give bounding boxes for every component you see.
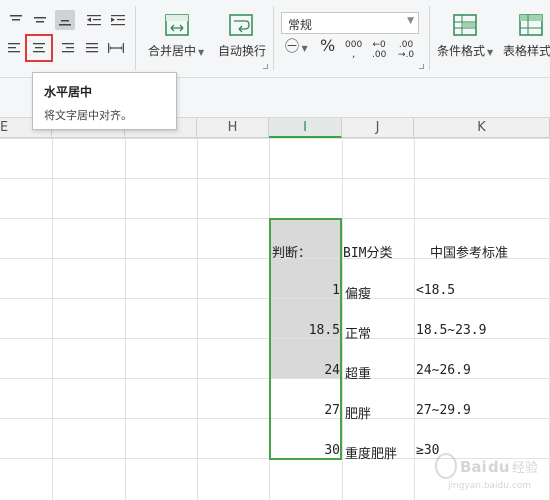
tooltip-title: 水平居中 (44, 85, 93, 99)
grid-line (342, 138, 343, 500)
column-header-K[interactable]: K (414, 118, 550, 138)
align-right-icon (62, 43, 74, 53)
chevron-down-icon: ▼ (487, 48, 494, 57)
cell-bim-category[interactable]: 肥胖 (345, 403, 371, 422)
wrap-text-label: 自动换行 (218, 44, 267, 58)
align-left-icon (8, 43, 20, 53)
justify-button[interactable] (82, 38, 102, 58)
grid-line (125, 138, 126, 500)
cell-bim-category[interactable]: 正常 (345, 323, 371, 342)
cell-standard[interactable]: 18.5~23.9 (416, 323, 486, 338)
cell-standard[interactable]: 27~29.9 (416, 403, 471, 418)
chevron-down-icon: ▼ (299, 44, 308, 53)
increase-indent-icon (111, 15, 125, 26)
number-format-dropdown[interactable]: 常规 ▼ (281, 12, 419, 34)
currency-icon: ㊀ (285, 39, 299, 55)
align-top-icon (10, 15, 22, 21)
merge-center-icon (165, 14, 189, 40)
cell-standard[interactable]: 24~26.9 (416, 363, 471, 378)
increase-decimal-button[interactable]: ←0 .00 (372, 40, 386, 60)
decrease-decimal-bottom: →.0 (398, 50, 415, 60)
tooltip-description: 将文字居中对齐。 (44, 109, 132, 122)
ribbon-separator (273, 6, 274, 70)
wrap-text-button[interactable]: 自动换行 (218, 42, 266, 59)
wrap-text-icon (229, 14, 253, 40)
justify-icon (86, 43, 98, 53)
decrease-indent-button[interactable] (84, 10, 104, 30)
ribbon-separator (135, 6, 136, 70)
column-label: J (375, 120, 380, 135)
grid-line (0, 178, 550, 179)
conditional-format-label: 条件格式 (437, 44, 486, 58)
increase-decimal-bottom: .00 (372, 50, 387, 60)
ribbon-separator (429, 6, 430, 70)
alignment-dialog-launcher-icon[interactable] (263, 64, 268, 69)
align-right-button[interactable] (58, 38, 78, 58)
column-label: H (227, 120, 238, 135)
svg-text:du: du (488, 458, 509, 476)
grid-line (0, 138, 550, 139)
number-format-value: 常规 (288, 18, 313, 32)
merge-center-label: 合并居中 (148, 44, 197, 58)
number-dialog-launcher-icon[interactable] (419, 64, 424, 69)
thousands-separator-button[interactable]: 000 , (345, 40, 362, 60)
tooltip: 水平居中 将文字居中对齐。 (32, 72, 177, 130)
table-style-label: 表格样式 (503, 44, 550, 58)
distributed-align-button[interactable] (106, 38, 126, 58)
align-middle-vertical-icon (34, 17, 46, 23)
cell-K-header[interactable]: 中国参考标准 (430, 242, 508, 261)
chevron-down-icon: ▼ (198, 48, 205, 57)
cell-bim-category[interactable]: 偏瘦 (345, 283, 371, 302)
table-style-button[interactable]: 表格样式▼ (503, 42, 550, 59)
table-style-icon (519, 14, 543, 40)
align-bottom-button[interactable] (55, 10, 75, 30)
conditional-format-button[interactable]: 条件格式 ▼ (437, 42, 493, 59)
selection-border (269, 218, 342, 460)
grid-line (414, 138, 415, 500)
decrease-decimal-top: .00 (398, 40, 414, 50)
align-bottom-icon (59, 20, 71, 26)
column-header-H[interactable]: H (197, 118, 269, 138)
decrease-indent-icon (87, 15, 101, 26)
svg-text:经验: 经验 (512, 460, 538, 476)
column-header-J[interactable]: J (342, 118, 414, 138)
align-center-button[interactable] (25, 34, 53, 62)
chevron-down-icon: ▼ (407, 16, 414, 26)
column-label: K (477, 120, 486, 135)
align-middle-vertical-button[interactable] (30, 10, 50, 30)
align-center-icon (33, 43, 45, 53)
baidu-watermark-logo: Bai du 经验 jingyan.baidu.com (432, 448, 540, 494)
svg-text:jingyan.baidu.com: jingyan.baidu.com (447, 481, 531, 491)
svg-text:Bai: Bai (460, 458, 487, 476)
merge-center-button[interactable]: 合并居中 ▼ (148, 42, 204, 59)
comma-icon: , (352, 49, 356, 60)
grid-line (197, 138, 198, 500)
align-left-button[interactable] (4, 38, 24, 58)
currency-format-button[interactable]: ㊀ ▼ (285, 39, 308, 55)
ribbon-toolbar: 合并居中 ▼ 自动换行 常规 ▼ ㊀ ▼ % 000 , ←0 .00 .00 →… (0, 0, 550, 78)
distributed-align-icon (108, 43, 124, 53)
increase-indent-button[interactable] (108, 10, 128, 30)
percent-style-button[interactable]: % (320, 38, 335, 54)
cell-J-header[interactable]: BIM分类 (343, 242, 392, 261)
align-top-button[interactable] (6, 10, 26, 30)
cell-bim-category[interactable]: 重度肥胖 (345, 443, 397, 462)
column-header-I[interactable]: I (269, 118, 342, 138)
cell-standard[interactable]: <18.5 (416, 283, 455, 298)
grid-line (52, 138, 53, 500)
column-label: E (0, 120, 9, 135)
percent-icon: % (320, 36, 336, 55)
decrease-decimal-button[interactable]: .00 →.0 (398, 40, 414, 60)
cell-bim-category[interactable]: 超重 (345, 363, 371, 382)
conditional-format-icon (453, 14, 477, 40)
column-label: I (303, 120, 307, 135)
increase-decimal-top: ←0 (372, 40, 386, 50)
